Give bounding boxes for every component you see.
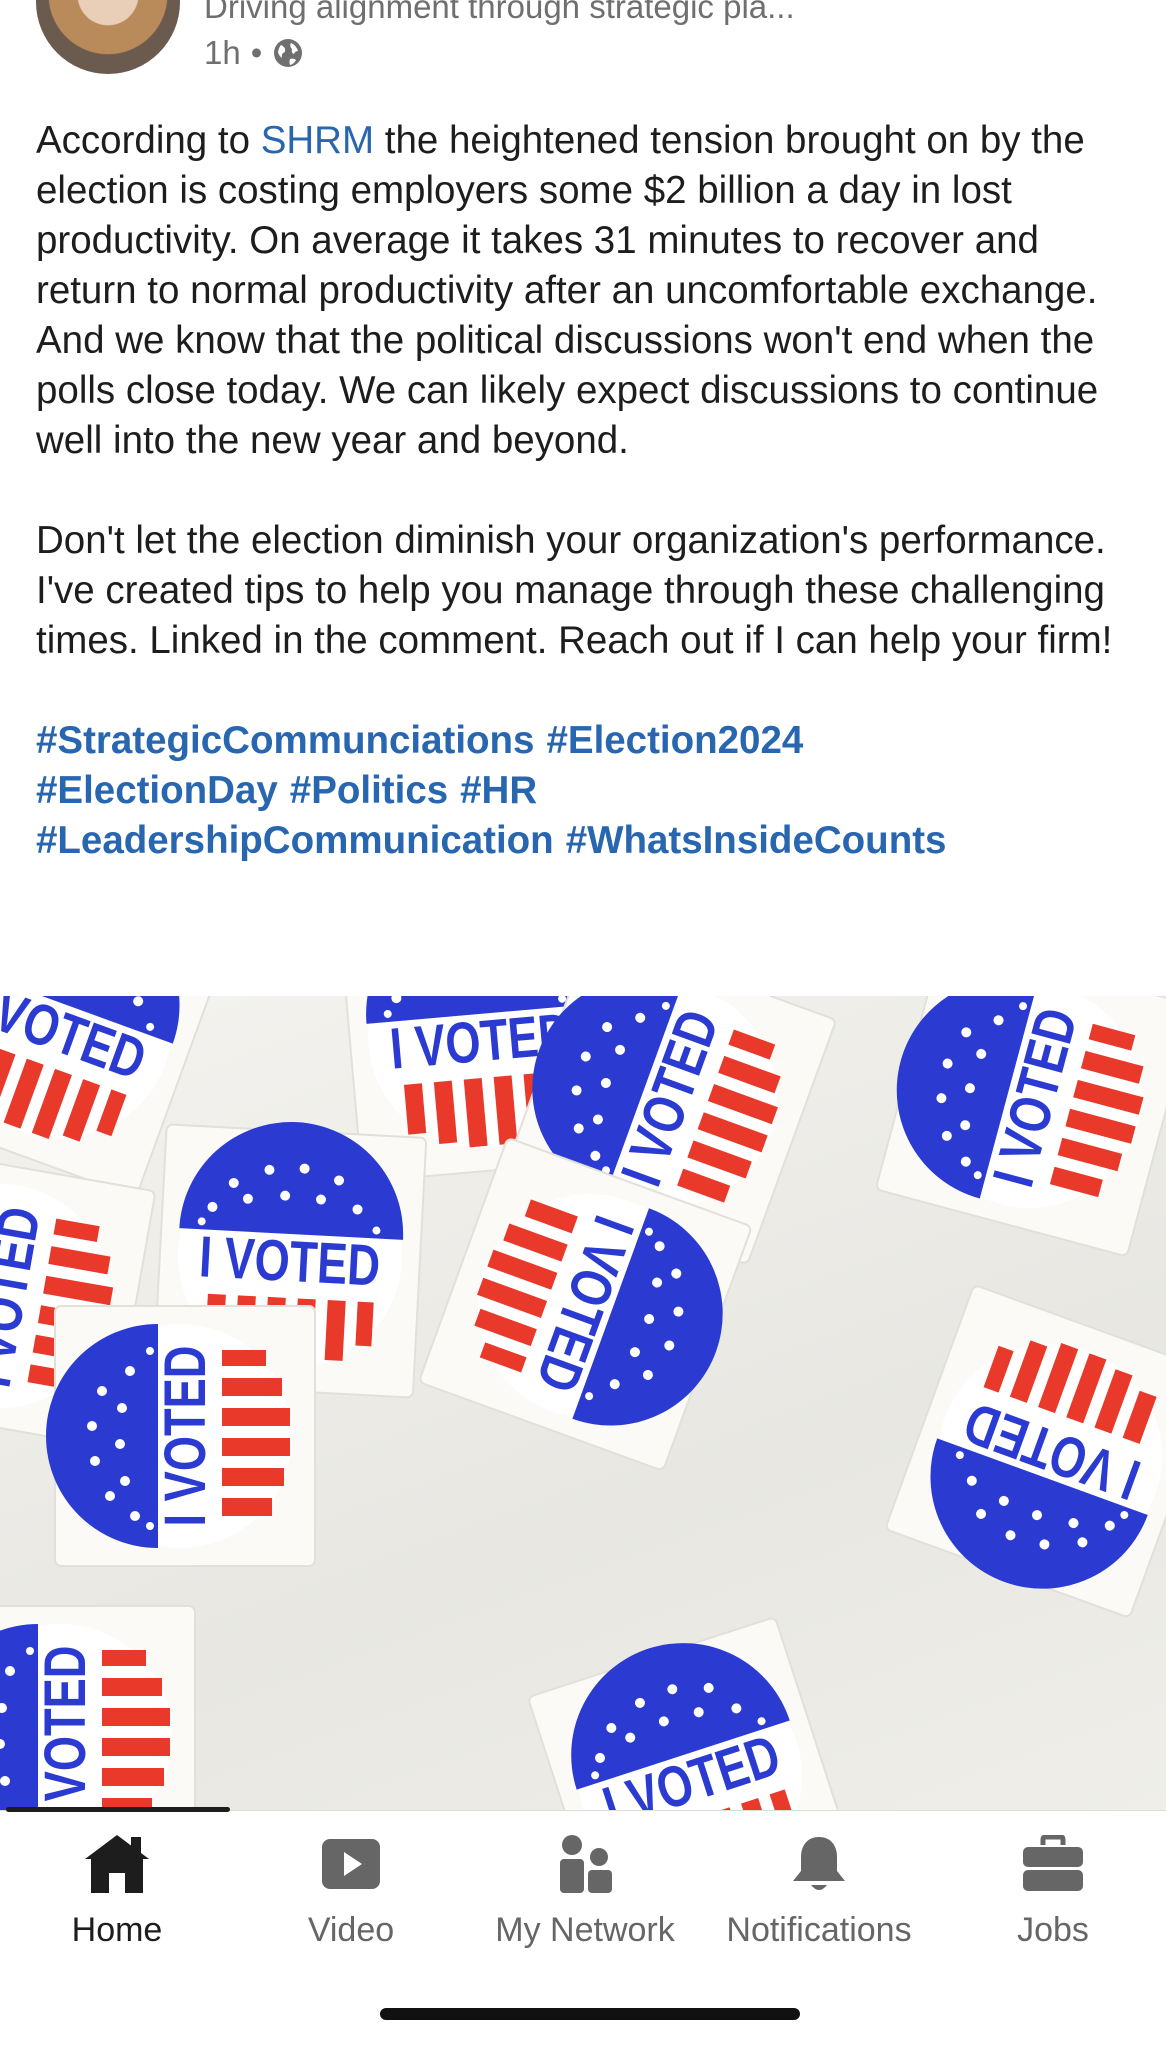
tab-label: My Network xyxy=(495,1911,675,1949)
post-image[interactable]: I VOTED xyxy=(0,996,1166,1810)
tab-jobs[interactable]: Jobs xyxy=(936,1829,1166,1950)
my-network-icon xyxy=(468,1829,702,1899)
post-meta: 1h • xyxy=(204,34,304,72)
tab-label: Video xyxy=(307,1911,395,1949)
tab-notifications[interactable]: Notifications xyxy=(702,1829,936,1950)
hashtag-list: #StrategicCommunciations #Election2024 #E… xyxy=(36,716,1146,866)
video-play-icon xyxy=(234,1829,468,1899)
briefcase-icon xyxy=(936,1829,1166,1899)
meta-separator: • xyxy=(250,34,263,71)
tab-home[interactable]: Home xyxy=(0,1829,234,1950)
globe-icon xyxy=(272,37,304,69)
home-icon xyxy=(0,1829,234,1899)
voted-stickers-illustration: I VOTED xyxy=(0,996,1166,1810)
active-tab-indicator xyxy=(6,1807,230,1812)
author-avatar[interactable] xyxy=(36,0,180,74)
post-timestamp: 1h xyxy=(204,34,241,71)
hashtag-link[interactable]: #Politics xyxy=(290,769,448,812)
tab-video[interactable]: Video xyxy=(234,1829,468,1950)
hashtag-link[interactable]: #WhatsInsideCounts xyxy=(566,819,947,862)
post-paragraph-2: Don't let the election diminish your org… xyxy=(36,519,1113,662)
tab-my-network[interactable]: My Network xyxy=(468,1829,702,1950)
post-text: According to SHRM the heightened tension… xyxy=(36,116,1146,866)
post-paragraph-1: According to SHRM the heightened tension… xyxy=(36,119,1099,462)
author-headline[interactable]: Driving alignment through strategic pla.… xyxy=(204,0,795,26)
hashtag-link[interactable]: #StrategicCommunciations xyxy=(36,719,534,762)
hashtag-link[interactable]: #LeadershipCommunication xyxy=(36,819,554,862)
tab-label: Jobs xyxy=(1017,1911,1089,1949)
mention-link-shrm[interactable]: SHRM xyxy=(261,119,374,162)
hashtag-link[interactable]: #Election2024 xyxy=(546,719,803,762)
bell-icon xyxy=(702,1829,936,1899)
tab-label: Notifications xyxy=(726,1911,912,1949)
tab-label: Home xyxy=(71,1911,163,1949)
home-indicator-bar[interactable] xyxy=(380,2008,800,2020)
hashtag-link[interactable]: #ElectionDay xyxy=(36,769,278,812)
hashtag-link[interactable]: #HR xyxy=(460,769,537,812)
